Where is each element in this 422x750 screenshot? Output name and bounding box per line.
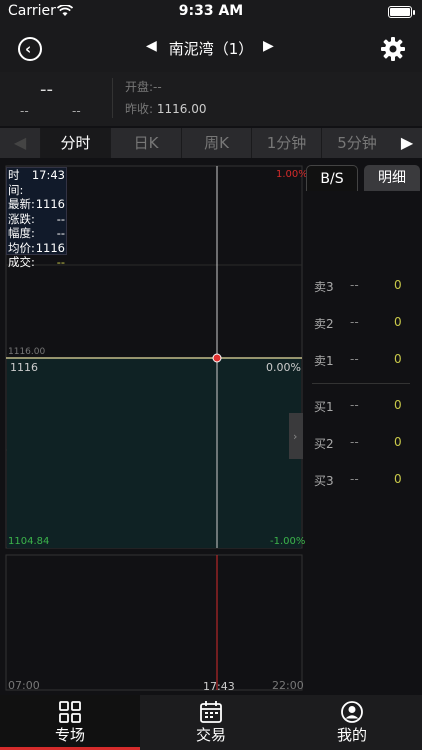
info-row: 幅度: -- — [8, 226, 66, 241]
level-name: 买1 — [314, 400, 334, 414]
buy-row: 买1 -- 0 — [306, 398, 416, 416]
tab-1min[interactable]: 1分钟 — [251, 128, 321, 158]
open-label: 开盘: — [125, 80, 154, 94]
user-icon — [341, 701, 363, 723]
level-price: -- — [350, 398, 359, 412]
open-value: -- — [153, 80, 162, 94]
status-bar: Carrier 9:33 AM — [0, 0, 422, 24]
gear-icon[interactable] — [380, 36, 406, 62]
y-mid-price: 1116.00 — [8, 347, 46, 357]
tab-special[interactable]: 专场 — [0, 695, 140, 750]
info-row: 均价: 1116 — [8, 241, 66, 256]
crosshair-info-box: 时间: 17:43 最新: 1116 涨跌: -- 幅度: -- 均价: 1116 成交:… — [6, 167, 67, 269]
bottom-tab-bar: 专场 交易 我的 — [0, 695, 422, 750]
tab-trade[interactable]: 交易 — [141, 695, 281, 750]
sell-row: 卖1 -- 0 — [306, 352, 416, 370]
x-cursor-time: 17:43 — [203, 680, 235, 693]
level-name: 卖1 — [314, 354, 334, 368]
info-label: 幅度: — [8, 226, 35, 240]
volume-chart-frame — [5, 554, 303, 691]
tab-timeshare[interactable]: 分时 — [40, 128, 110, 158]
level-volume: 0 — [394, 315, 402, 329]
status-time: 9:33 AM — [178, 3, 244, 19]
period-tabs: ◀ 分时 日K 周K 1分钟 5分钟 ▶ — [0, 128, 422, 158]
info-value: -- — [56, 226, 65, 240]
y-bottom-price: 1104.84 — [8, 536, 50, 547]
info-row: 时间: 17:43 — [8, 168, 66, 197]
level-name: 买3 — [314, 474, 334, 488]
buy-row: 买3 -- 0 — [306, 472, 416, 490]
tab-daily-k[interactable]: 日K — [110, 128, 181, 158]
chevron-right-icon: › — [293, 430, 297, 443]
level-volume: 0 — [394, 278, 402, 292]
info-row: 最新: 1116 — [8, 197, 66, 212]
info-row: 成交: -- — [8, 255, 66, 270]
level-volume: 0 — [394, 352, 402, 366]
tab-label: 专场 — [54, 726, 85, 744]
info-value: 1116 — [35, 240, 65, 255]
price-change: -- — [20, 104, 29, 118]
level-price: -- — [350, 435, 359, 449]
tab-weekly-k[interactable]: 周K — [181, 128, 251, 158]
y-top-pct: 1.00% — [276, 169, 308, 180]
price-change-pct: -- — [72, 104, 81, 118]
tabs-right-arrow-icon[interactable]: ▶ — [392, 128, 422, 158]
price-area-fill — [7, 358, 301, 548]
open-price: 开盘:-- — [125, 78, 162, 95]
x-end-time: 22:00 — [272, 679, 304, 692]
level-name: 卖3 — [314, 280, 334, 294]
info-value: 1116 — [35, 197, 65, 211]
level-volume: 0 — [394, 472, 402, 486]
y-bottom-pct: -1.00% — [270, 536, 306, 547]
info-row: 涨跌: -- — [8, 212, 66, 227]
level-name: 买2 — [314, 437, 334, 451]
info-value: 17:43 — [31, 168, 65, 182]
info-label: 最新: — [8, 197, 35, 211]
tab-5min[interactable]: 5分钟 — [321, 128, 392, 158]
prev-close-value: 1116.00 — [156, 102, 207, 116]
grid-icon — [59, 701, 81, 723]
tab-label: 我的 — [336, 726, 367, 744]
level-volume: 0 — [394, 435, 402, 449]
battery-icon — [388, 6, 415, 18]
prev-close-label: 昨收: — [125, 102, 154, 116]
level-name: 卖2 — [314, 317, 334, 331]
sell-row: 卖3 -- 0 — [306, 278, 416, 296]
prev-close: 昨收: 1116.00 — [125, 100, 207, 117]
level-price: -- — [350, 352, 359, 366]
buy-row: 买2 -- 0 — [306, 435, 416, 453]
level-price: -- — [350, 472, 359, 486]
tab-label: 交易 — [195, 726, 226, 744]
nav-bar: ‹ ◀ 南泥湾（1） ▶ — [0, 24, 422, 72]
tab-mine[interactable]: 我的 — [282, 695, 422, 750]
calendar-icon — [200, 701, 222, 723]
sell-row: 卖2 -- 0 — [306, 315, 416, 333]
next-contract-icon[interactable]: ▶ — [263, 38, 274, 54]
quote-header: -- -- -- 开盘:-- 昨收: 1116.00 — [0, 72, 422, 126]
order-book-divider — [312, 383, 410, 384]
page-title: 南泥湾（1） — [168, 40, 254, 58]
y-mid-pct: 0.00% — [266, 361, 301, 374]
x-start-time: 07:00 — [8, 679, 40, 692]
level-price: -- — [350, 278, 359, 292]
tabs-left-arrow-icon[interactable]: ◀ — [0, 128, 40, 158]
level-volume: 0 — [394, 398, 402, 412]
info-label: 成交: — [8, 255, 35, 269]
info-label: 时间: — [8, 168, 24, 197]
info-label: 涨跌: — [8, 211, 35, 226]
last-price: -- — [40, 79, 53, 100]
level-price: -- — [350, 315, 359, 329]
info-value: -- — [56, 255, 65, 269]
tab-detail[interactable]: 明细 — [364, 165, 420, 191]
info-label: 均价: — [8, 240, 35, 255]
crosshair-point — [212, 353, 222, 363]
info-value: -- — [56, 211, 65, 226]
tab-bs[interactable]: B/S — [306, 165, 358, 191]
divider — [112, 78, 113, 118]
y-mid-price-label: 1116 — [10, 361, 38, 374]
